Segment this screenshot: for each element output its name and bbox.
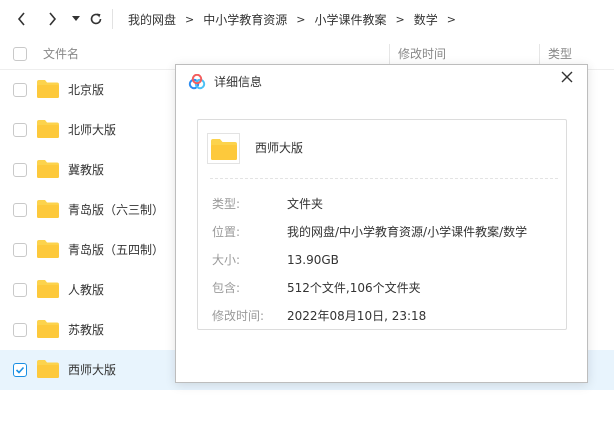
- column-name-header[interactable]: 文件名: [43, 38, 79, 70]
- info-value: 512个文件,106个文件夹: [287, 281, 421, 295]
- details-dialog: 详细信息 西师大版 类型: 文件夹 位置: 我的网盘/中小学教育资源/小学课件教…: [175, 64, 588, 383]
- column-divider[interactable]: [389, 44, 390, 64]
- info-value: 13.90GB: [287, 253, 339, 267]
- refresh-icon: [90, 13, 102, 25]
- folder-icon: [37, 120, 59, 138]
- forward-button[interactable]: [42, 9, 62, 29]
- file-name: 北京版: [68, 83, 105, 97]
- refresh-button[interactable]: [86, 9, 106, 29]
- row-checkbox-checked[interactable]: [13, 363, 27, 377]
- back-button[interactable]: [12, 9, 32, 29]
- file-name: 人教版: [68, 283, 105, 297]
- breadcrumb-item-courseware[interactable]: 小学课件教案: [314, 11, 386, 28]
- breadcrumb: 我的网盘 > 中小学教育资源 > 小学课件教案 > 数学 >: [128, 0, 465, 38]
- info-row-modified: 修改时间: 2022年08月10日, 23:18: [198, 306, 566, 326]
- dialog-title: 详细信息: [214, 75, 263, 89]
- navigation-bar: 我的网盘 > 中小学教育资源 > 小学课件教案 > 数学 >: [0, 0, 614, 38]
- history-dropdown-button[interactable]: [66, 9, 86, 29]
- folder-icon: [37, 320, 59, 338]
- file-name: 青岛版（五四制）: [68, 243, 165, 257]
- close-icon[interactable]: [559, 69, 575, 85]
- details-card: 西师大版 类型: 文件夹 位置: 我的网盘/中小学教育资源/小学课件教案/数学 …: [197, 119, 567, 330]
- info-key: 位置:: [212, 225, 241, 239]
- toolbar-divider: [112, 9, 113, 29]
- cloud-logo-icon: [188, 74, 206, 90]
- file-name: 苏教版: [68, 323, 105, 337]
- info-key: 大小:: [212, 253, 241, 267]
- info-row-contains: 包含: 512个文件,106个文件夹: [198, 278, 566, 298]
- row-checkbox[interactable]: [13, 83, 27, 97]
- row-checkbox[interactable]: [13, 163, 27, 177]
- file-name: 北师大版: [68, 123, 117, 137]
- breadcrumb-item-root[interactable]: 我的网盘: [128, 11, 176, 28]
- breadcrumb-separator: >: [296, 12, 306, 26]
- folder-icon: [211, 139, 237, 160]
- breadcrumb-item-resources[interactable]: 中小学教育资源: [203, 11, 287, 28]
- file-name: 西师大版: [68, 363, 117, 377]
- file-name: 冀教版: [68, 163, 105, 177]
- info-value: 2022年08月10日, 23:18: [287, 309, 427, 323]
- info-key: 包含:: [212, 281, 241, 295]
- item-thumbnail: [207, 133, 240, 164]
- info-row-size: 大小: 13.90GB: [198, 250, 566, 270]
- info-key: 类型:: [212, 197, 241, 211]
- info-key: 修改时间:: [212, 309, 265, 323]
- row-checkbox[interactable]: [13, 243, 27, 257]
- breadcrumb-separator: >: [185, 12, 195, 26]
- file-name: 青岛版（六三制）: [68, 203, 165, 217]
- caret-down-icon: [72, 16, 80, 21]
- row-checkbox[interactable]: [13, 203, 27, 217]
- folder-icon: [37, 80, 59, 98]
- breadcrumb-item-math[interactable]: 数学: [414, 11, 438, 28]
- chevron-left-icon: [17, 12, 25, 26]
- select-all-checkbox[interactable]: [13, 47, 27, 61]
- row-checkbox[interactable]: [13, 123, 27, 137]
- folder-icon: [37, 200, 59, 218]
- folder-icon: [37, 240, 59, 258]
- info-value: 文件夹: [287, 197, 324, 211]
- breadcrumb-separator: >: [395, 12, 405, 26]
- info-row-location: 位置: 我的网盘/中小学教育资源/小学课件教案/数学: [198, 222, 566, 242]
- row-checkbox[interactable]: [13, 323, 27, 337]
- item-name: 西师大版: [255, 141, 304, 155]
- folder-icon: [37, 160, 59, 178]
- chevron-right-icon: [49, 12, 57, 26]
- info-row-type: 类型: 文件夹: [198, 194, 566, 214]
- info-value: 我的网盘/中小学教育资源/小学课件教案/数学: [287, 225, 528, 239]
- breadcrumb-expand[interactable]: >: [447, 13, 456, 26]
- column-divider[interactable]: [539, 44, 540, 64]
- folder-icon: [37, 360, 59, 378]
- dashed-divider: [210, 178, 558, 179]
- checkmark-icon: [15, 366, 25, 374]
- row-checkbox[interactable]: [13, 283, 27, 297]
- folder-icon: [37, 280, 59, 298]
- dialog-title-bar[interactable]: 详细信息: [176, 65, 587, 99]
